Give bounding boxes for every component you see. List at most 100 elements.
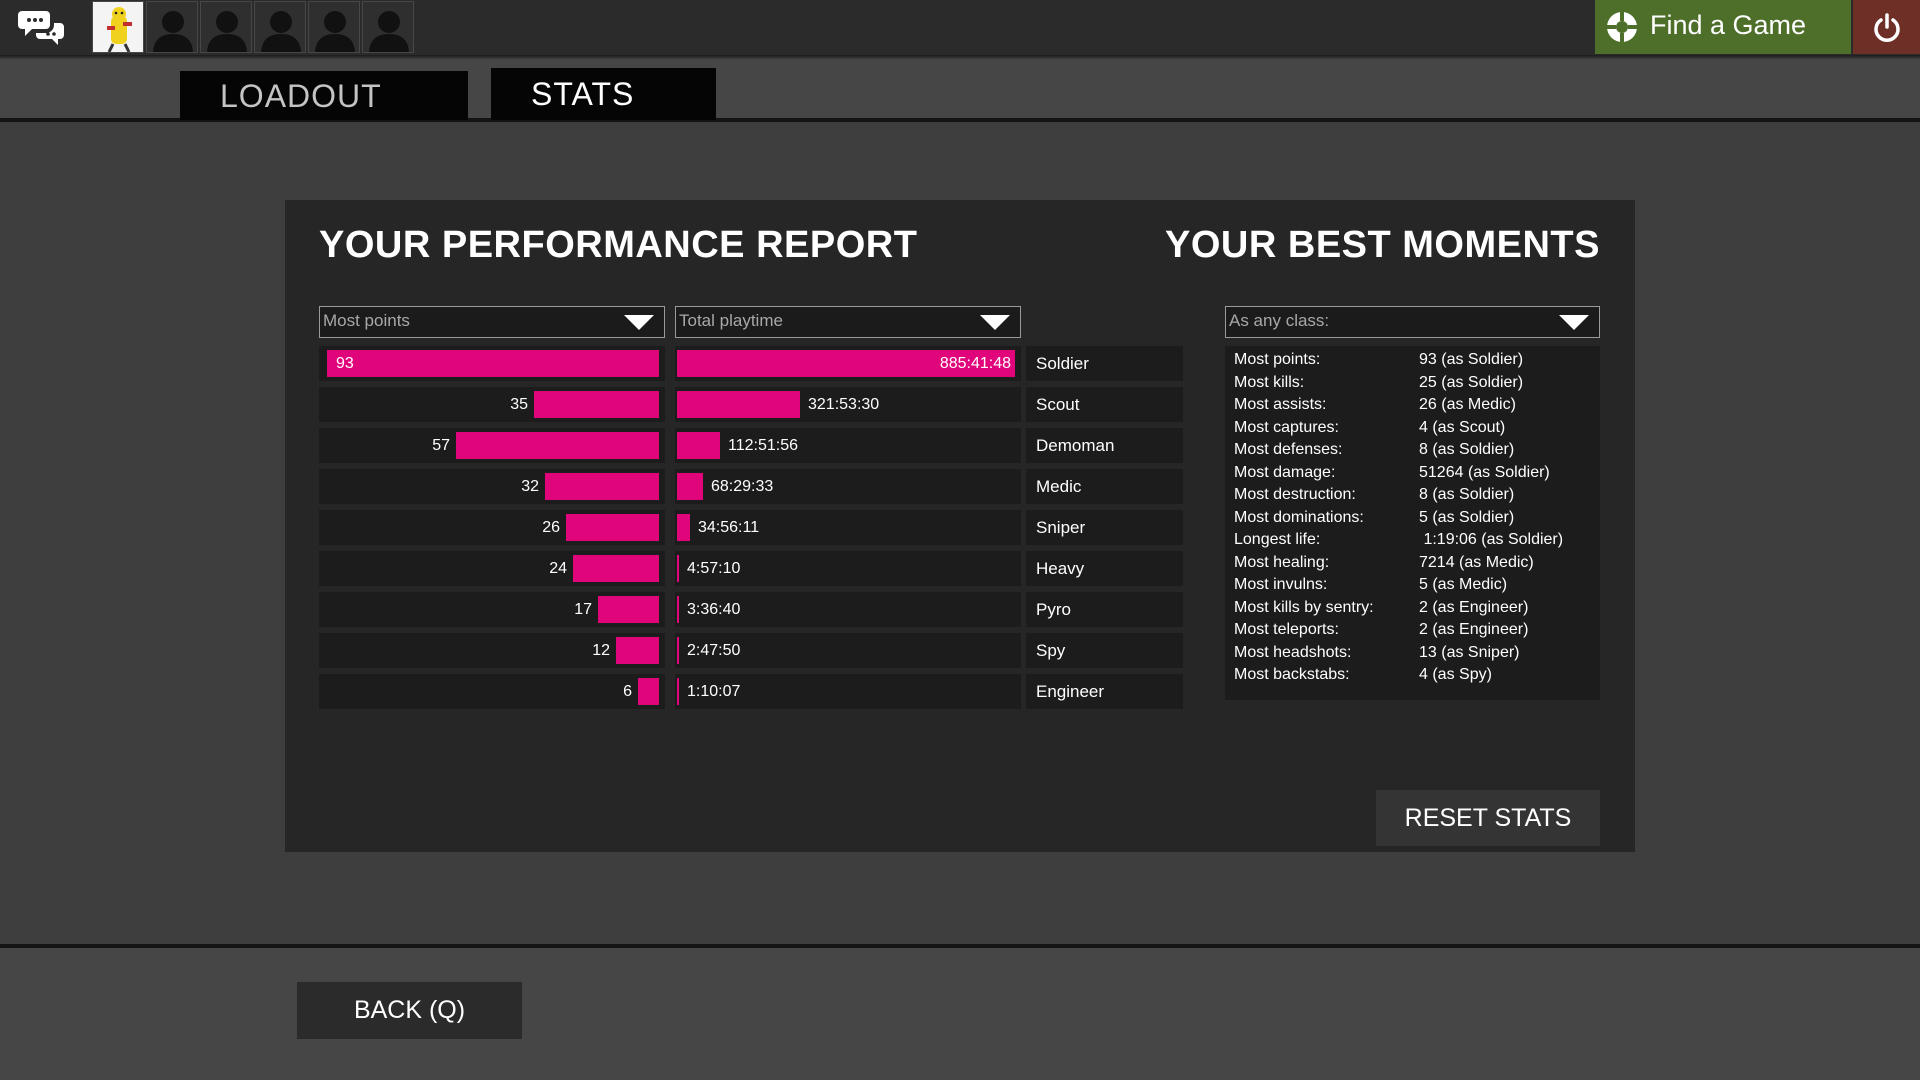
moment-value: 25 (as Soldier)	[1419, 373, 1524, 391]
chat-bubbles-icon[interactable]	[18, 3, 68, 53]
points-value: 57	[432, 437, 450, 454]
reset-stats-button[interactable]: RESET STATS	[1376, 790, 1600, 846]
moment-label: Most defenses:	[1234, 441, 1343, 458]
points-value: 6	[623, 683, 632, 700]
moment-value: 2 (as Engineer)	[1419, 598, 1529, 616]
points-bar	[573, 555, 659, 582]
chevron-down-icon	[980, 315, 1010, 330]
playtime-value: 321:53:30	[808, 396, 880, 413]
class-label: Demoman	[1026, 428, 1183, 463]
moment-value: 4 (as Scout)	[1419, 418, 1506, 436]
quit-button[interactable]	[1853, 0, 1920, 54]
top-bar: Find a Game	[0, 0, 1920, 55]
playtime-bar	[677, 555, 679, 582]
performance-report-title: YOUR PERFORMANCE REPORT	[319, 224, 918, 266]
points-bar	[598, 596, 659, 623]
playtime-bar	[677, 432, 720, 459]
moment-label: Most destruction:	[1234, 486, 1356, 503]
moment-label: Most teleports:	[1234, 621, 1339, 638]
moment-value: 8 (as Soldier)	[1419, 486, 1515, 503]
moment-value: 51264 (as Soldier)	[1419, 463, 1550, 481]
playtime-value: 4:57:10	[687, 560, 741, 577]
best-moments-title: YOUR BEST MOMENTS	[1165, 224, 1600, 266]
playtime-value: 68:29:33	[711, 478, 774, 495]
class-label: Engineer	[1026, 674, 1183, 709]
party-slot-player[interactable]	[92, 1, 144, 53]
points-value: 93	[336, 355, 354, 372]
moment-value: 26 (as Medic)	[1419, 396, 1516, 413]
playtime-cell	[675, 428, 1021, 463]
playtime-bar	[677, 637, 679, 664]
points-bar	[545, 473, 659, 500]
find-a-game-label: Find a Game	[1650, 10, 1807, 40]
party-slot-empty[interactable]	[362, 1, 414, 53]
find-a-game-button[interactable]: Find a Game	[1595, 0, 1851, 54]
playtime-bar	[677, 514, 690, 541]
party-slot-empty[interactable]	[254, 1, 306, 53]
empty-slot-silhouette-icon	[363, 2, 413, 52]
party-slot-empty[interactable]	[308, 1, 360, 53]
points-bar	[616, 637, 659, 664]
points-value: 35	[510, 396, 528, 413]
class-label: Spy	[1026, 633, 1183, 668]
class-label: Sniper	[1026, 510, 1183, 545]
playtime-bar	[677, 596, 679, 623]
tf2-logo-icon	[1607, 12, 1637, 42]
moment-label: Most invulns:	[1234, 576, 1328, 593]
points-value: 26	[542, 519, 560, 536]
moment-label: Longest life:	[1234, 531, 1321, 548]
empty-slot-silhouette-icon	[255, 2, 305, 52]
playtime-value: 3:36:40	[687, 601, 741, 618]
class-label: Pyro	[1026, 592, 1183, 627]
power-icon	[1874, 13, 1900, 42]
moment-label: Most points:	[1234, 351, 1321, 368]
class-label: Scout	[1026, 387, 1183, 422]
points-cell	[319, 633, 665, 668]
playtime-bar	[677, 678, 679, 705]
class-label: Heavy	[1026, 551, 1183, 586]
chevron-down-icon	[624, 315, 654, 330]
moment-value: 4 (as Spy)	[1419, 666, 1492, 683]
moment-value: 93 (as Soldier)	[1419, 351, 1524, 368]
playtime-bar	[677, 473, 703, 500]
moment-value: 7214 (as Medic)	[1419, 553, 1534, 571]
moment-label: Most assists:	[1234, 396, 1327, 413]
class-filter-dropdown-value: As any class:	[1229, 311, 1330, 330]
points-value: 32	[521, 478, 539, 495]
points-stat-dropdown-value: Most points	[323, 311, 410, 330]
playtime-value: 112:51:56	[728, 437, 798, 454]
player-avatar-icon	[93, 2, 143, 52]
tab-loadout[interactable]: LOADOUT	[180, 71, 468, 120]
party-slot-empty[interactable]	[146, 1, 198, 53]
bottom-bar	[0, 948, 1920, 1080]
points-bar	[566, 514, 659, 541]
moment-label: Most healing:	[1234, 553, 1330, 571]
party-slot-empty[interactable]	[200, 1, 252, 53]
moment-label: Most headshots:	[1234, 643, 1352, 661]
playtime-value: 1:10:07	[687, 683, 741, 700]
playtime-value: 885:41:48	[939, 355, 1011, 372]
moment-label: Most kills by sentry:	[1234, 598, 1374, 616]
moment-label: Most dominations:	[1234, 508, 1364, 526]
moment-value: 5 (as Soldier)	[1419, 508, 1515, 526]
moment-value: 8 (as Soldier)	[1419, 441, 1515, 458]
playtime-bar	[677, 391, 800, 418]
points-stat-dropdown[interactable]: Most points	[319, 306, 665, 338]
moment-value: 1:19:06 (as Soldier)	[1419, 531, 1564, 548]
tab-stats[interactable]: STATS	[491, 68, 716, 120]
points-value: 12	[592, 642, 610, 659]
points-value: 17	[574, 601, 592, 618]
empty-slot-silhouette-icon	[201, 2, 251, 52]
playtime-value: 2:47:50	[687, 642, 741, 659]
points-cell	[319, 674, 665, 709]
points-bar	[327, 350, 659, 377]
moment-label: Most backstabs:	[1234, 666, 1350, 683]
playtime-stat-dropdown[interactable]: Total playtime	[675, 306, 1021, 338]
points-bar	[456, 432, 659, 459]
points-bar	[638, 678, 659, 705]
moment-value: 2 (as Engineer)	[1419, 621, 1529, 638]
class-filter-dropdown[interactable]: As any class:	[1225, 306, 1600, 338]
back-button[interactable]: BACK (Q)	[297, 982, 522, 1039]
moment-label: Most damage:	[1234, 463, 1336, 481]
moment-value: 5 (as Medic)	[1419, 576, 1508, 593]
